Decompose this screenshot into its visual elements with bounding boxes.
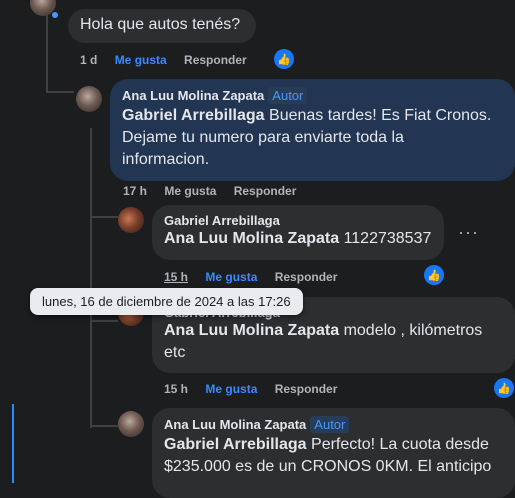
comment-author[interactable]: Ana Luu Molina Zapata — [164, 417, 306, 432]
thread-line — [90, 216, 118, 218]
like-button[interactable]: Me gusta — [115, 53, 167, 67]
timestamp[interactable]: 15 h — [164, 382, 188, 396]
author-badge: Autor — [268, 87, 308, 104]
timestamp[interactable]: 15 h — [164, 270, 188, 284]
comment-actions: 17 h Me gusta Responder — [123, 184, 310, 198]
comment-text-line: informacion. — [122, 151, 210, 168]
reply-button[interactable]: Responder — [184, 53, 247, 67]
comment-text: Gabriel Arrebillaga Perfecto! La cuota d… — [164, 436, 489, 453]
comment-text-line: $235.000 es de un CRONOS 0KM. El anticip… — [164, 458, 492, 475]
like-button[interactable]: Me gusta — [205, 382, 257, 396]
comment-bubble: Gabriel Arrebillaga Ana Luu Molina Zapat… — [152, 205, 444, 260]
author-badge: Autor — [310, 416, 350, 433]
thread-line — [46, 91, 74, 93]
like-reaction-icon[interactable]: 👍 — [494, 378, 514, 398]
timestamp-tooltip: lunes, 16 de diciembre de 2024 a las 17:… — [30, 288, 303, 315]
comment-header: Ana Luu Molina Zapata Autor — [122, 87, 503, 105]
comment-text-line: etc — [164, 344, 186, 361]
reply-button[interactable]: Responder — [275, 270, 338, 284]
like-button[interactable]: Me gusta — [205, 270, 257, 284]
thread-line — [90, 320, 118, 322]
avatar[interactable] — [76, 86, 102, 112]
comment-bubble: Ana Luu Molina Zapata Autor Gabriel Arreb… — [110, 79, 515, 181]
comment-text-line: Dejame tu numero para enviarte toda la — [122, 129, 404, 146]
comment-text: Ana Luu Molina Zapata modelo , kilómetro… — [164, 322, 483, 339]
avatar[interactable] — [118, 411, 144, 437]
comment-text: Ana Luu Molina Zapata 1122738537 — [164, 230, 432, 247]
mention-link[interactable]: Ana Luu Molina Zapata — [164, 230, 339, 247]
thread-line — [90, 128, 92, 428]
timestamp[interactable]: 17 h — [123, 184, 147, 198]
comment-bubble: Hola que autos tenés? — [68, 9, 256, 43]
like-reaction-icon[interactable]: 👍 — [424, 265, 444, 285]
reply-button[interactable]: Responder — [275, 382, 338, 396]
comment-bubble: Ana Luu Molina Zapata Autor Gabriel Arreb… — [152, 408, 515, 498]
comment-actions: 15 h Me gusta Responder — [164, 382, 351, 396]
online-dot-icon — [52, 12, 58, 18]
comment-text: Hola que autos tenés? — [80, 16, 241, 33]
comment-actions: 1 d Me gusta Responder — [80, 53, 261, 67]
comment-actions: 15 h Me gusta Responder — [164, 270, 351, 284]
thread-line — [90, 425, 118, 427]
mention-link[interactable]: Gabriel Arrebillaga — [122, 107, 265, 124]
comment-text: Gabriel Arrebillaga Buenas tardes! Es Fi… — [122, 107, 492, 124]
comment-header: Ana Luu Molina Zapata Autor — [164, 416, 503, 434]
avatar[interactable] — [118, 207, 144, 233]
like-reaction-icon[interactable]: 👍 — [274, 49, 294, 69]
comment-author[interactable]: Gabriel Arrebillaga — [164, 213, 432, 228]
mention-link[interactable]: Gabriel Arrebillaga — [164, 436, 307, 453]
reply-button[interactable]: Responder — [234, 184, 297, 198]
timestamp[interactable]: 1 d — [80, 53, 97, 67]
more-options-icon[interactable]: ··· — [458, 222, 479, 243]
like-button[interactable]: Me gusta — [164, 184, 216, 198]
mention-link[interactable]: Ana Luu Molina Zapata — [164, 322, 339, 339]
comment-author[interactable]: Ana Luu Molina Zapata — [122, 88, 264, 103]
active-thread-marker — [12, 404, 14, 483]
